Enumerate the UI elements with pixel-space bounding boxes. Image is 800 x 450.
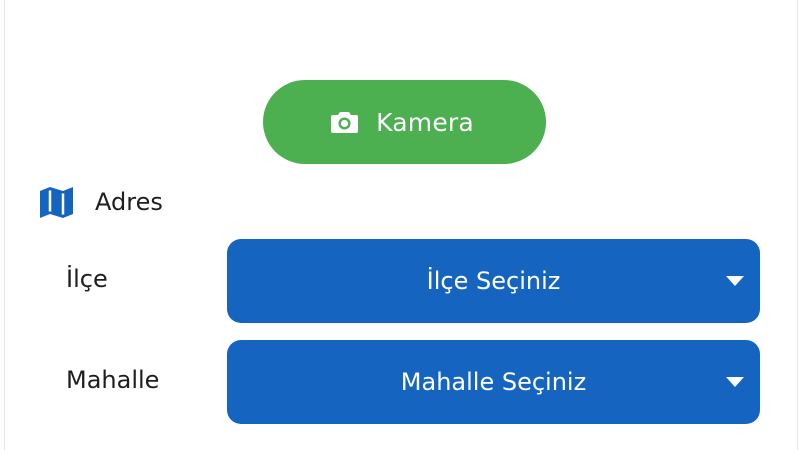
camera-icon	[331, 111, 359, 133]
address-section-title: Adres	[95, 188, 163, 216]
left-divider	[4, 0, 5, 450]
caret-down-icon	[726, 276, 744, 286]
camera-button-label: Kamera	[376, 107, 474, 137]
camera-button[interactable]: Kamera	[263, 80, 546, 164]
neighborhood-dropdown[interactable]: Mahalle Seçiniz	[227, 340, 760, 424]
caret-down-icon	[726, 377, 744, 387]
form-screen: Kamera Adres İlçe İlçe Seçiniz Mahalle M…	[0, 0, 800, 450]
neighborhood-label: Mahalle	[66, 366, 160, 394]
neighborhood-dropdown-text: Mahalle Seçiniz	[400, 368, 587, 396]
district-dropdown[interactable]: İlçe Seçiniz	[227, 239, 760, 323]
address-section-header: Adres	[39, 184, 163, 220]
district-label: İlçe	[66, 265, 108, 293]
district-dropdown-text: İlçe Seçiniz	[426, 267, 561, 295]
map-icon	[39, 185, 74, 220]
right-divider	[797, 0, 798, 450]
